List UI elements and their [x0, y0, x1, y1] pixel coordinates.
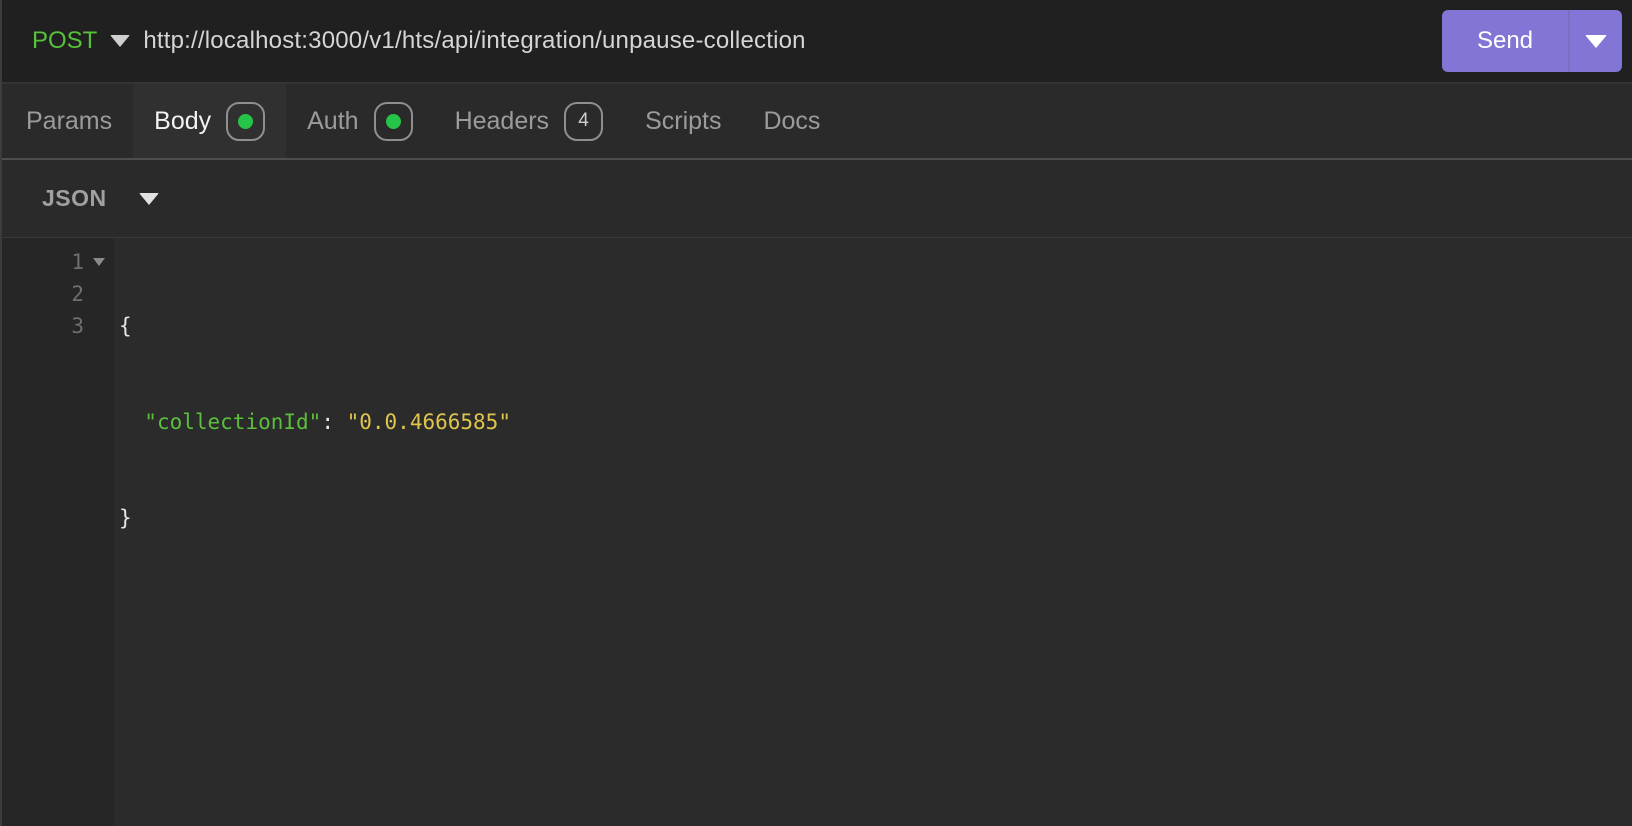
- method-selector[interactable]: POST: [32, 27, 131, 55]
- fold-caret-icon: [93, 258, 105, 266]
- request-bar: POST http://localhost:3000/v1/hts/api/in…: [2, 0, 1632, 84]
- editor-gutter: 1 2 3: [2, 238, 114, 826]
- gutter-line: 3: [2, 310, 114, 342]
- green-dot-icon: [238, 113, 254, 129]
- green-dot-icon: [385, 113, 401, 129]
- code-line[interactable]: }: [119, 502, 1632, 534]
- tab-docs[interactable]: Docs: [742, 84, 841, 158]
- code-line[interactable]: "collectionId": "0.0.4666585": [119, 406, 1632, 438]
- chevron-down-icon: [138, 192, 159, 205]
- tab-scripts-label: Scripts: [645, 106, 722, 135]
- send-button[interactable]: Send: [1442, 10, 1622, 72]
- content-type-selector[interactable]: JSON: [42, 185, 159, 212]
- tab-auth-label: Auth: [307, 106, 359, 135]
- json-open-brace: {: [119, 314, 132, 338]
- json-value: "0.0.4666585": [346, 410, 511, 434]
- url-input[interactable]: http://localhost:3000/v1/hts/api/integra…: [143, 27, 805, 55]
- line-number: 3: [71, 314, 84, 338]
- tab-headers-label: Headers: [454, 106, 550, 135]
- fold-toggle[interactable]: [84, 258, 114, 266]
- send-options-dropdown[interactable]: [1570, 10, 1622, 72]
- tab-headers[interactable]: Headers 4: [434, 84, 625, 158]
- request-tabs: Params Body Auth Headers 4 Scripts Docs: [2, 84, 1632, 160]
- json-colon: :: [321, 410, 347, 434]
- code-area[interactable]: { "collectionId": "0.0.4666585" }: [114, 238, 1632, 826]
- headers-count: 4: [578, 110, 589, 131]
- send-button-label[interactable]: Send: [1442, 10, 1568, 72]
- json-close-brace: }: [119, 506, 132, 530]
- tab-body-label: Body: [154, 106, 212, 135]
- body-type-row: JSON: [2, 160, 1632, 238]
- tab-docs-label: Docs: [763, 106, 821, 135]
- method-label: POST: [32, 27, 98, 54]
- headers-count-badge: 4: [564, 101, 604, 141]
- tab-params[interactable]: Params: [5, 84, 133, 158]
- json-key: "collectionId": [144, 410, 322, 434]
- tab-params-label: Params: [26, 106, 113, 135]
- line-number: 1: [71, 250, 84, 274]
- gutter-line: 1: [2, 246, 114, 278]
- tab-auth[interactable]: Auth: [286, 84, 433, 158]
- tab-body[interactable]: Body: [133, 84, 287, 158]
- code-line[interactable]: {: [119, 310, 1632, 342]
- body-set-badge: [226, 101, 266, 141]
- tab-scripts[interactable]: Scripts: [624, 84, 742, 158]
- line-number: 2: [71, 282, 84, 306]
- auth-set-badge: [373, 101, 413, 141]
- content-type-label: JSON: [42, 185, 107, 211]
- chevron-down-icon: [110, 35, 131, 47]
- gutter-line: 2: [2, 278, 114, 310]
- chevron-down-icon: [1585, 34, 1607, 48]
- body-json-editor[interactable]: 1 2 3 { "collectionId": "0.0.4666585" }: [2, 238, 1632, 826]
